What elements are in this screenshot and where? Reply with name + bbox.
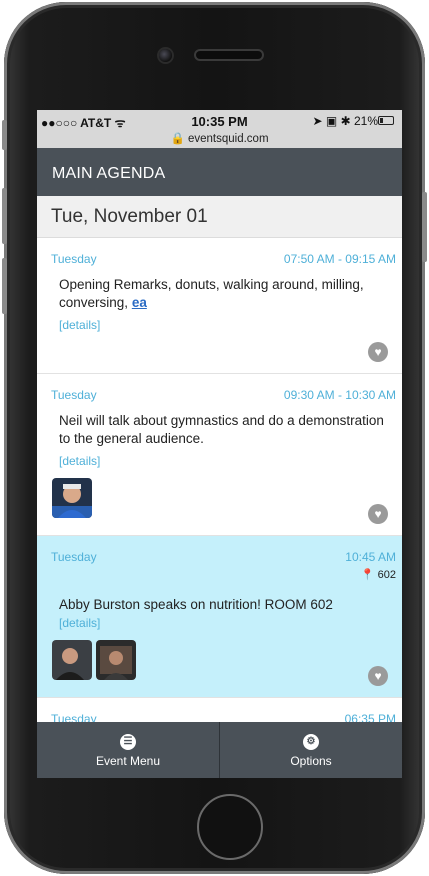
session-day: Tuesday <box>51 252 97 266</box>
agenda-date-label: Tue, November 01 <box>51 206 208 227</box>
status-bar: ●●○○○ AT&T ᯤ 10:35 PM ➤ ▣ ✱ 21% 🔒 events… <box>37 110 402 148</box>
heart-icon[interactable]: ♥ <box>368 666 388 686</box>
session-time: 09:30 AM - 10:30 AM <box>283 388 396 402</box>
speaker-photo <box>52 640 92 680</box>
battery-icon <box>378 116 394 125</box>
status-indicators: ➤ ▣ ✱ 21% <box>312 114 378 128</box>
front-camera <box>159 49 172 62</box>
agenda-item[interactable]: Tuesday 09:30 AM - 10:30 AM Neil will ta… <box>37 374 402 536</box>
details-link[interactable]: [details] <box>59 454 100 468</box>
page-title: MAIN AGENDA <box>52 165 166 182</box>
session-link[interactable]: ea <box>132 295 147 310</box>
session-title: Abby Burston speaks on nutrition! ROOM 6… <box>59 597 333 612</box>
details-link[interactable]: [details] <box>59 616 100 630</box>
details-link[interactable]: [details] <box>59 318 100 332</box>
options-button[interactable]: ⚙ Options <box>219 722 402 778</box>
agenda-date: Tue, November 01 <box>37 196 402 238</box>
session-title: Neil will talk about gymnastics and do a… <box>59 413 384 446</box>
bottom-nav: ☰ Event Menu ⚙ Options <box>37 722 402 778</box>
heart-icon[interactable]: ♥ <box>368 504 388 524</box>
session-title: Opening Remarks, donuts, walking around,… <box>59 276 389 312</box>
list-icon: ☰ <box>120 734 136 750</box>
volume-up-button <box>2 188 7 244</box>
power-button <box>422 192 427 262</box>
event-menu-button[interactable]: ☰ Event Menu <box>37 722 219 778</box>
earpiece-speaker <box>196 51 262 59</box>
speaker-avatar[interactable] <box>52 640 92 680</box>
heart-icon[interactable]: ♥ <box>368 342 388 362</box>
speaker-avatar[interactable] <box>96 640 136 680</box>
screen: ●●○○○ AT&T ᯤ 10:35 PM ➤ ▣ ✱ 21% 🔒 events… <box>37 110 402 778</box>
battery-level <box>380 118 383 123</box>
session-time: 10:45 AM <box>345 550 396 564</box>
home-button[interactable] <box>197 794 263 860</box>
session-title-text: Opening Remarks, donuts, walking around,… <box>59 277 364 310</box>
speaker-photo <box>52 478 92 518</box>
session-day: Tuesday <box>51 550 97 564</box>
options-label: Options <box>290 754 332 768</box>
gear-icon: ⚙ <box>303 734 319 750</box>
session-day: Tuesday <box>51 388 97 402</box>
mute-switch <box>2 120 7 150</box>
speaker-avatar[interactable] <box>52 478 92 518</box>
session-room: 📍 602 <box>361 568 396 581</box>
page-header: MAIN AGENDA <box>37 148 402 196</box>
location-pin-icon: 📍 <box>360 569 375 581</box>
agenda-item[interactable]: Tuesday 10:45 AM 📍 602 Abby Burston spea… <box>37 536 402 698</box>
session-time: 07:50 AM - 09:15 AM <box>283 252 396 266</box>
volume-down-button <box>2 258 7 314</box>
speaker-photo <box>96 640 136 680</box>
event-menu-label: Event Menu <box>95 754 161 768</box>
room-number: 602 <box>377 569 396 581</box>
agenda-item[interactable]: Tuesday 07:50 AM - 09:15 AM Opening Rema… <box>37 238 402 374</box>
url-bar[interactable]: 🔒 eventsquid.com <box>37 131 402 145</box>
